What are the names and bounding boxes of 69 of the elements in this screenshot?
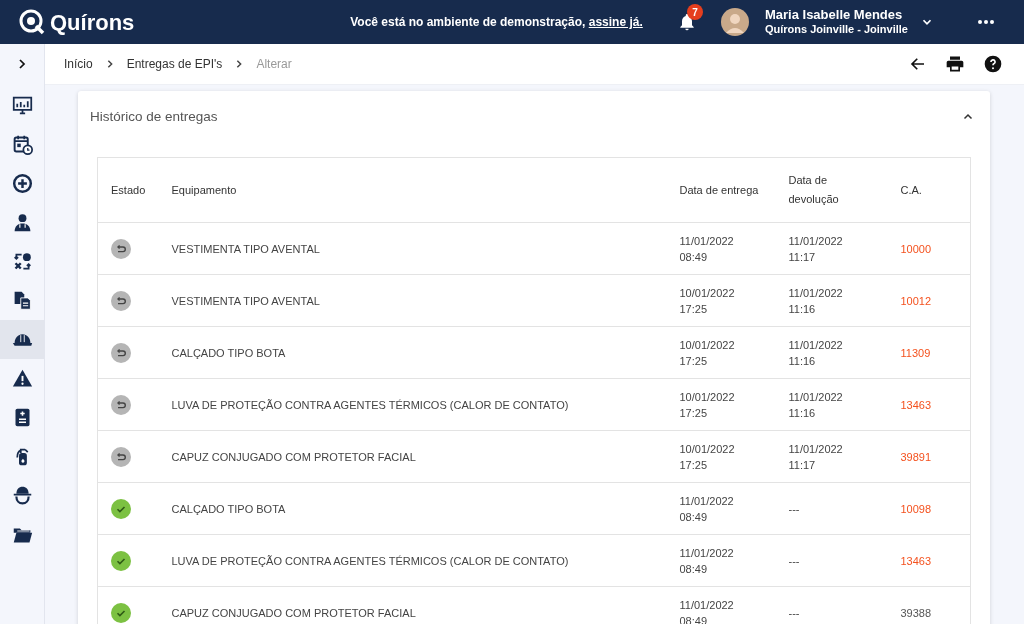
check-icon (111, 498, 131, 519)
check-icon (111, 550, 131, 571)
plus-circle-icon (11, 173, 33, 194)
more-icon[interactable] (978, 19, 994, 25)
equipment-cell-text: CAPUZ CONJUGADO COM PROTETOR FACIAL (171, 605, 417, 621)
return-date-cell-text: --- (788, 605, 801, 621)
return-date-cell-text: 11/01/2022 11:17 (788, 441, 844, 473)
warning-icon (11, 368, 33, 389)
return-date-cell-text: --- (788, 553, 801, 569)
help-icon[interactable] (983, 54, 1003, 74)
ca-number-cell-text: 13463 (900, 553, 933, 569)
column-header: Equipamento (171, 183, 237, 196)
return-date-cell-text: 11/01/2022 11:16 (788, 285, 844, 317)
logo-text: Quírons (50, 8, 135, 37)
calendar-clock-icon (11, 134, 33, 155)
user-unit: Quírons Joinville - Joinville (764, 22, 908, 36)
delivery-date-cell-text: 11/01/2022 08:49 (679, 545, 735, 577)
ca-number-cell-text: 10000 (900, 241, 933, 257)
print-icon[interactable] (945, 54, 965, 74)
logo-icon (18, 8, 46, 36)
returned-icon (111, 290, 131, 311)
check-icon (111, 602, 131, 623)
monitor-chart-icon (11, 95, 33, 116)
ca-number-cell-text: 10098 (900, 501, 933, 517)
subscribe-link[interactable]: assine já. (588, 15, 643, 29)
notification-count: 7 (686, 4, 703, 20)
swap-shapes-icon (11, 251, 33, 272)
equipment-cell-text: LUVA DE PROTEÇÃO CONTRA AGENTES TÉRMICOS (CALOR DE CONTATO) (171, 397, 570, 413)
delivery-date-cell-text: 10/01/2022 17:25 (679, 337, 736, 369)
ca-number-cell-text: 11309 (900, 345, 932, 361)
equipment-cell-text: CAPUZ CONJUGADO COM PROTETOR FACIAL (171, 449, 417, 465)
equipment-cell-text: LUVA DE PROTEÇÃO CONTRA AGENTES TÉRMICOS (CALOR DE CONTATO) (171, 553, 570, 569)
delivery-date-cell-text: 11/01/2022 08:49 (679, 493, 735, 525)
worker-helmet-icon (11, 485, 33, 506)
breadcrumb-link[interactable]: Início (64, 55, 93, 73)
equipment-cell-text: CALÇADO TIPO BOTA (171, 345, 287, 361)
equipment-cell-text: CALÇADO TIPO BOTA (171, 501, 287, 517)
delivery-date-cell-text: 11/01/2022 08:49 (679, 233, 735, 265)
return-date-cell-text: --- (788, 501, 801, 517)
column-header: Data de devolução (788, 173, 840, 207)
ca-number-cell-text: 10012 (900, 293, 933, 309)
column-header: Estado (111, 183, 146, 196)
demo-notice: Você está no ambiente de demonstração, assine já. (350, 14, 643, 31)
user-name: Maria Isabelle Mendes (764, 8, 904, 22)
delivery-date-cell-text: 10/01/2022 17:25 (679, 441, 736, 473)
equipment-cell-text: VESTIMENTA TIPO AVENTAL (171, 293, 321, 309)
delivery-date-cell-text: 10/01/2022 17:25 (679, 389, 736, 421)
equipment-cell-text: VESTIMENTA TIPO AVENTAL (171, 241, 321, 257)
returned-icon (111, 394, 131, 415)
breadcrumb-link[interactable]: Entregas de EPI's (126, 55, 223, 73)
returned-icon (111, 342, 131, 363)
return-date-cell-text: 11/01/2022 11:16 (788, 337, 844, 369)
sidebar-item[interactable] (0, 320, 44, 359)
delivery-date-cell-text: 10/01/2022 17:25 (679, 285, 736, 317)
column-header: Data de entrega (679, 183, 759, 196)
returned-icon (111, 238, 131, 259)
ca-number-cell-text: 39891 (900, 449, 933, 465)
returned-icon (111, 446, 131, 467)
column-header: C.A. (900, 183, 922, 196)
ca-number-cell-text: 39388 (900, 605, 933, 621)
expand-chevron-icon[interactable] (16, 58, 28, 70)
return-date-cell-text: 11/01/2022 11:17 (788, 233, 844, 265)
user-avatar[interactable] (720, 8, 749, 36)
breadcrumb-current: Alterar (256, 56, 292, 73)
card-title: Histórico de entregas (90, 107, 218, 126)
delivery-date-cell-text: 11/01/2022 08:49 (679, 597, 735, 624)
back-arrow-icon[interactable] (909, 55, 927, 73)
return-date-cell-text: 11/01/2022 11:16 (788, 389, 844, 421)
ca-number-cell-text: 13463 (900, 397, 933, 413)
